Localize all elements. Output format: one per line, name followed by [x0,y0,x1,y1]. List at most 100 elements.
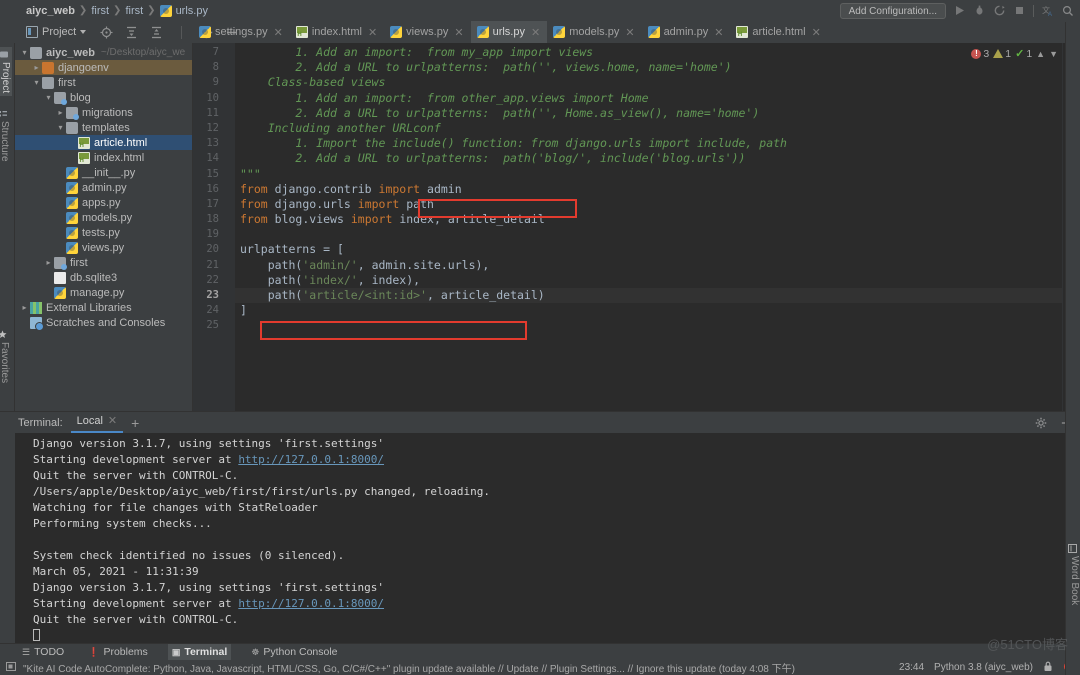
status-tab-python-console[interactable]: ☸Python Console [247,644,341,661]
breadcrumb-item-file[interactable]: urls.py [160,5,208,17]
tree-item-tests-py[interactable]: tests.py [15,225,192,240]
tree-item-models-py[interactable]: models.py [15,210,192,225]
editor-tab-admin-py[interactable]: admin.py✕ [642,21,731,43]
gutter-line-17[interactable]: 17 [193,197,235,212]
chevron-down-icon[interactable]: ▼ [1049,49,1058,59]
gutter-line-25[interactable]: 25 [193,318,235,333]
tree-item-manage-py[interactable]: manage.py [15,285,192,300]
add-configuration-button[interactable]: Add Configuration... [840,3,946,19]
chevron-up-icon[interactable]: ▲ [1036,49,1045,59]
editor-tab-index-html[interactable]: index.html✕ [290,21,384,43]
code-line-19[interactable] [235,227,1062,242]
chevron-down-icon[interactable]: ▾ [43,93,54,102]
tree-item---init---py[interactable]: __init__.py [15,165,192,180]
code-line-23[interactable]: path('article/<int:id>', article_detail) [235,288,1062,303]
add-terminal-tab-button[interactable]: + [131,416,139,430]
close-icon[interactable]: ✕ [274,26,283,39]
tool-window-button-favorites[interactable]: Favorites [0,330,10,383]
tree-item-db-sqlite3[interactable]: db.sqlite3 [15,270,192,285]
code-line-10[interactable]: 1. Add an import: from other_app.views i… [235,91,1062,106]
tree-item-admin-py[interactable]: admin.py [15,180,192,195]
tree-item-blog[interactable]: ▾blog [15,90,192,105]
code-line-15[interactable]: """ [235,167,1062,182]
editor-gutter[interactable]: 78910111213141516171819202122232425 [193,43,235,411]
check-count-badge[interactable]: ✓ 1 [1015,47,1032,60]
gutter-line-18[interactable]: 18 [193,212,235,227]
gutter-line-16[interactable]: 16 [193,182,235,197]
code-line-9[interactable]: Class-based views [235,75,1062,90]
search-everywhere-icon[interactable] [1061,4,1074,17]
collapse-all-icon[interactable] [150,26,163,39]
breadcrumb-item-first[interactable]: first [91,5,109,17]
warning-count-badge[interactable]: 1 [993,48,1011,60]
tree-item-article-html[interactable]: article.html [15,135,192,150]
gutter-line-20[interactable]: 20 [193,242,235,257]
chevron-down-icon[interactable]: ▾ [55,123,66,132]
editor-tab-models-py[interactable]: models.py✕ [547,21,641,43]
gutter-line-8[interactable]: 8 [193,60,235,75]
editor-code-area[interactable]: 1. Add an import: from my_app import vie… [235,43,1062,411]
tree-item-aiyc-web[interactable]: ▾aiyc_web~/Desktop/aiyc_we [15,45,192,60]
tree-item-migrations[interactable]: ▸migrations [15,105,192,120]
run-coverage-icon[interactable] [993,4,1006,17]
code-line-24[interactable]: ] [235,303,1062,318]
breadcrumb-item-first-inner[interactable]: first [125,5,143,17]
tool-window-button-word-book[interactable]: Word Book [1069,544,1080,605]
tree-item-apps-py[interactable]: apps.py [15,195,192,210]
code-line-13[interactable]: 1. Import the include() function: from d… [235,136,1062,151]
gutter-line-21[interactable]: 21 [193,258,235,273]
tree-item-first[interactable]: ▸first [15,255,192,270]
chevron-down-icon[interactable]: ▾ [31,78,42,87]
gutter-line-19[interactable]: 19 [193,227,235,242]
gutter-line-22[interactable]: 22 [193,273,235,288]
code-line-17[interactable]: from django.urls import path [235,197,1062,212]
gutter-line-13[interactable]: 13 [193,136,235,151]
code-line-20[interactable]: urlpatterns = [ [235,242,1062,257]
close-icon[interactable]: ✕ [454,26,463,39]
close-icon[interactable]: ✕ [625,26,634,39]
chevron-right-icon[interactable]: ▸ [43,258,54,267]
gutter-line-15[interactable]: 15 [193,167,235,182]
code-line-14[interactable]: 2. Add a URL to urlpatterns: path('blog/… [235,151,1062,166]
stop-icon[interactable] [1013,4,1026,17]
translate-icon[interactable]: 文A [1041,4,1054,17]
locate-icon[interactable] [100,26,113,39]
inspection-widget[interactable]: ! 3 1 ✓ 1 ▲ ▼ [971,47,1058,60]
event-log-icon[interactable] [6,661,17,675]
gutter-line-7[interactable]: 7 [193,45,235,60]
tree-item-first[interactable]: ▾first [15,75,192,90]
code-line-21[interactable]: path('admin/', admin.site.urls), [235,258,1062,273]
tree-item-scratches-and-consoles[interactable]: Scratches and Consoles [15,315,192,330]
close-icon[interactable]: ✕ [812,26,821,39]
gutter-line-9[interactable]: 9 [193,75,235,90]
gutter-line-23[interactable]: 23 [193,288,235,303]
run-icon[interactable] [953,4,966,17]
tree-item-index-html[interactable]: index.html [15,150,192,165]
editor-tab-views-py[interactable]: views.py✕ [384,21,470,43]
code-line-7[interactable]: 1. Add an import: from my_app import vie… [235,45,1062,60]
close-icon[interactable]: ✕ [368,26,377,39]
editor-tab-article-html[interactable]: article.html✕ [730,21,827,43]
debug-icon[interactable] [973,4,986,17]
gutter-line-11[interactable]: 11 [193,106,235,121]
close-icon[interactable]: ✕ [108,411,117,432]
code-line-18[interactable]: from blog.views import index, article_de… [235,212,1062,227]
chevron-right-icon[interactable]: ▸ [19,303,30,312]
breadcrumb-item-project[interactable]: aiyc_web [26,5,75,17]
tool-window-button-project[interactable]: Project [0,47,12,96]
tree-item-templates[interactable]: ▾templates [15,120,192,135]
status-tab-problems[interactable]: ❗Problems [84,644,152,661]
expand-all-icon[interactable] [125,26,138,39]
code-line-25[interactable] [235,318,1062,333]
gutter-line-24[interactable]: 24 [193,303,235,318]
code-editor[interactable]: 78910111213141516171819202122232425 1. A… [193,43,1080,411]
code-line-22[interactable]: path('index/', index), [235,273,1062,288]
lock-icon[interactable] [1043,661,1053,675]
terminal-link[interactable]: http://127.0.0.1:8000/ [238,597,384,610]
chevron-right-icon[interactable]: ▸ [55,108,66,117]
tool-window-button-structure[interactable]: Structure [0,109,10,162]
gutter-line-12[interactable]: 12 [193,121,235,136]
status-tab-todo[interactable]: ☰TODO [18,644,68,661]
chevron-right-icon[interactable]: ▸ [31,63,42,72]
gutter-line-10[interactable]: 10 [193,91,235,106]
